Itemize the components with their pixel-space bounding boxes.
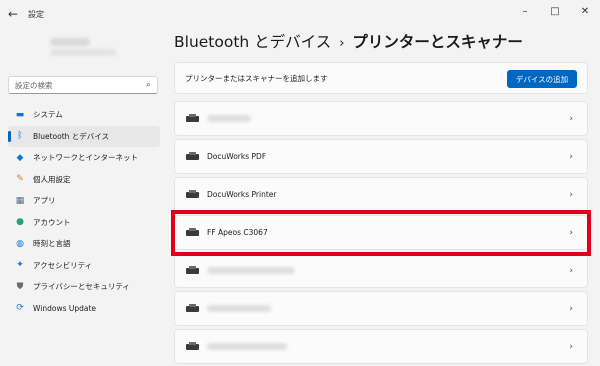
chevron-right-icon: › <box>569 304 573 314</box>
bluetooth-icon: ᛒ <box>17 131 23 142</box>
printer-name-redacted <box>207 343 287 350</box>
sidebar-item-8[interactable]: ⛊ プライバシーとセキュリティ <box>8 276 160 298</box>
printer-icon <box>186 190 199 199</box>
chevron-right-icon: › <box>569 114 573 124</box>
sidebar-item-9[interactable]: ⟳ Windows Update <box>8 298 160 320</box>
chevron-right-icon: › <box>569 342 573 352</box>
sidebar-item-label: Bluetooth とデバイス <box>33 131 110 141</box>
sidebar-item-label: アプリ <box>33 196 56 206</box>
sidebar-item-7[interactable]: ✦ アクセシビリティ <box>8 255 160 277</box>
sidebar-item-label: アカウント <box>33 217 71 227</box>
account-info-redacted <box>16 36 156 62</box>
sidebar-item-label: アクセシビリティ <box>33 260 93 270</box>
sidebar-item-2[interactable]: ◆ ネットワークとインターネット <box>8 147 160 169</box>
sidebar-item-label: ネットワークとインターネット <box>33 153 138 163</box>
globe-clock-icon: ◍ <box>16 238 24 249</box>
printer-name-redacted <box>207 305 271 312</box>
chevron-right-icon: › <box>569 190 573 200</box>
monitor-icon: ▬ <box>15 109 25 120</box>
printer-row[interactable]: DocuWorks Printer › <box>174 177 588 212</box>
chevron-right-icon: › <box>569 152 573 162</box>
apps-icon: ▦ <box>15 195 25 206</box>
shield-icon: ⛊ <box>16 281 24 292</box>
wifi-icon: ◆ <box>16 152 24 163</box>
sidebar-item-5[interactable]: ● アカウント <box>8 212 160 234</box>
chevron-right-icon: › <box>569 266 573 276</box>
sidebar-item-1[interactable]: ᛒ Bluetooth とデバイス <box>8 125 160 147</box>
sidebar-item-4[interactable]: ▦ アプリ <box>8 190 160 212</box>
sidebar-item-6[interactable]: ◍ 時刻と言語 <box>8 233 160 255</box>
printer-name: DocuWorks PDF <box>207 152 267 161</box>
highlight-box <box>171 210 591 256</box>
breadcrumb-current: プリンターとスキャナー <box>352 33 523 51</box>
printer-name-redacted <box>207 115 251 122</box>
add-printer-label: プリンターまたはスキャナーを追加します <box>185 73 328 83</box>
breadcrumb-separator: › <box>339 36 345 51</box>
add-printer-card: プリンターまたはスキャナーを追加します デバイスの追加 <box>174 62 588 94</box>
printer-icon <box>186 114 199 123</box>
sidebar-nav: ▬ システム ᛒ Bluetooth とデバイス ◆ ネットワークとインターネット ✎ 個人用… <box>8 104 160 319</box>
search-input[interactable]: 設定の検索 ⌕ <box>8 76 158 94</box>
close-button[interactable]: ✕ <box>570 0 600 22</box>
sidebar-item-3[interactable]: ✎ 個人用設定 <box>8 169 160 191</box>
printer-icon <box>186 266 199 275</box>
brush-icon: ✎ <box>16 174 24 185</box>
breadcrumb-parent[interactable]: Bluetooth とデバイス <box>174 33 331 51</box>
printer-row[interactable]: › <box>174 101 588 136</box>
minimize-button[interactable]: – <box>510 0 540 22</box>
printer-name: DocuWorks Printer <box>207 190 277 199</box>
printer-name-redacted <box>207 267 295 274</box>
sidebar-item-label: プライバシーとセキュリティ <box>33 282 130 292</box>
maximize-button[interactable]: □ <box>540 0 570 22</box>
accessibility-icon: ✦ <box>16 260 24 271</box>
sidebar-item-label: 個人用設定 <box>33 174 71 184</box>
sidebar-item-label: システム <box>33 110 63 120</box>
sidebar-item-label: 時刻と言語 <box>33 239 71 249</box>
printer-row[interactable]: › <box>174 329 588 364</box>
window-controls: – □ ✕ <box>510 0 600 22</box>
add-device-button[interactable]: デバイスの追加 <box>507 70 577 88</box>
printer-icon <box>186 304 199 313</box>
person-icon: ● <box>16 217 24 228</box>
title-bar: ← 設定 – □ ✕ <box>0 0 600 28</box>
update-icon: ⟳ <box>16 303 24 314</box>
printer-row[interactable]: › <box>174 253 588 288</box>
printer-icon <box>186 342 199 351</box>
search-placeholder: 設定の検索 <box>15 80 53 90</box>
printer-icon <box>186 152 199 161</box>
sidebar-item-0[interactable]: ▬ システム <box>8 104 160 126</box>
printer-row[interactable]: DocuWorks PDF › <box>174 139 588 174</box>
search-icon: ⌕ <box>145 80 151 90</box>
page-title: Bluetooth とデバイス › プリンターとスキャナー <box>174 30 523 52</box>
account-name-redacted <box>50 38 90 46</box>
back-arrow-icon[interactable]: ← <box>0 0 26 28</box>
app-title: 設定 <box>28 9 44 19</box>
account-email-redacted <box>50 49 116 56</box>
sidebar-item-label: Windows Update <box>33 303 97 313</box>
printer-row[interactable]: › <box>174 291 588 326</box>
